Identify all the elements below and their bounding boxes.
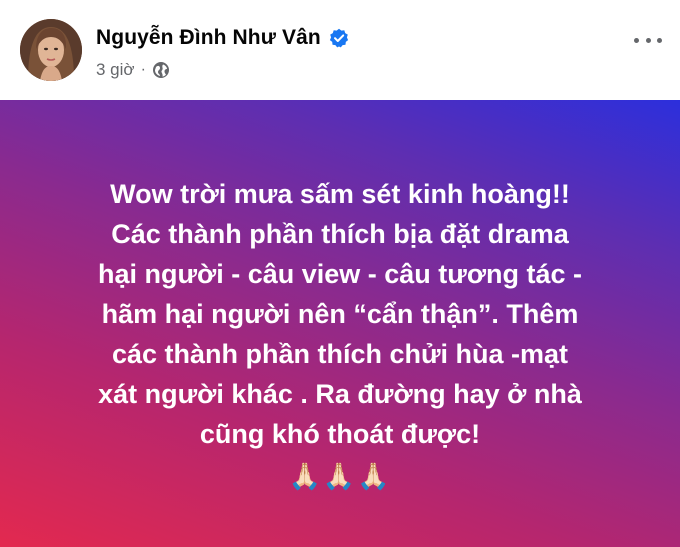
post-line: xát người khác . Ra đường hay ở nhà <box>98 379 582 409</box>
more-dot <box>645 37 651 43</box>
verified-badge-icon <box>329 28 349 48</box>
post-time[interactable]: 3 giờ <box>96 60 135 80</box>
avatar-image <box>20 19 82 81</box>
avatar[interactable] <box>20 19 82 81</box>
post-background-card: Wow trời mưa sấm sét kinh hoàng!! Các th… <box>0 100 680 547</box>
author-name[interactable]: Nguyễn Đình Như Vân <box>96 26 321 50</box>
post-header: Nguyễn Đình Như Vân 3 giờ · <box>0 0 680 100</box>
more-dot <box>657 37 662 43</box>
post-line: Các thành phần thích bịa đặt drama <box>111 219 569 249</box>
post-meta: 3 giờ · <box>96 60 170 80</box>
praying-hands-emoji: 🙏🏻🙏🏻🙏🏻 <box>288 461 392 491</box>
globe-icon[interactable] <box>152 61 170 79</box>
author-row: Nguyễn Đình Như Vân <box>96 26 349 50</box>
post-line: Wow trời mưa sấm sét kinh hoàng!! <box>110 179 570 209</box>
post-text: Wow trời mưa sấm sét kinh hoàng!! Các th… <box>30 174 650 492</box>
post-line: cũng khó thoát được! <box>199 419 481 449</box>
post-line: các thành phần thích chửi hùa -mạt <box>111 339 569 369</box>
post-line: hại người - câu view - câu tương tác - <box>97 259 583 289</box>
meta-separator: · <box>140 61 146 78</box>
more-dot <box>634 37 639 43</box>
post-line: hãm hại người nên “cẩn thận”. Thêm <box>101 299 579 329</box>
more-options-icon[interactable] <box>634 28 662 52</box>
